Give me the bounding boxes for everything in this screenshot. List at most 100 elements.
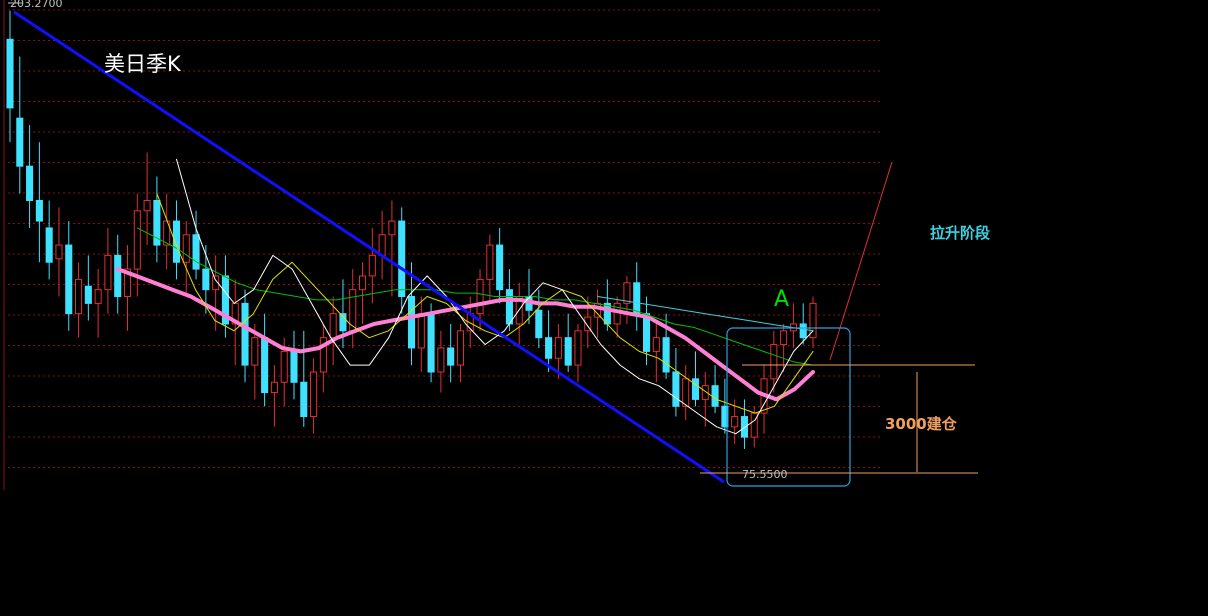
- candle: [270, 365, 278, 427]
- candle-body: [241, 302, 249, 366]
- candle-body: [633, 282, 641, 315]
- candle-body: [407, 296, 416, 349]
- candle-body: [290, 350, 298, 383]
- candle-body: [16, 117, 24, 167]
- candle: [574, 323, 582, 383]
- candle: [691, 351, 700, 407]
- candle-body: [45, 227, 53, 263]
- candle-body: [731, 416, 739, 428]
- candle-body: [114, 254, 122, 298]
- candle-body: [388, 220, 396, 236]
- candle-body: [427, 313, 435, 373]
- candle: [398, 207, 406, 314]
- candle-body: [740, 416, 748, 438]
- candle-body: [417, 313, 425, 349]
- candle: [84, 255, 92, 321]
- rise-stage-label: 拉升阶段: [930, 224, 990, 242]
- candle-body: [192, 234, 200, 270]
- candle-body: [104, 254, 112, 291]
- candle-body: [682, 378, 690, 407]
- candle: [496, 227, 504, 304]
- candle-body: [505, 289, 513, 325]
- candle-body: [280, 350, 288, 383]
- candle-body: [672, 371, 680, 407]
- candle: [349, 269, 357, 348]
- candle-body: [133, 210, 141, 270]
- ma-line: [136, 227, 814, 366]
- candle: [486, 234, 494, 304]
- candle-body: [799, 323, 807, 339]
- candle: [740, 399, 748, 449]
- candle-body: [770, 344, 778, 380]
- candle: [672, 347, 680, 417]
- candle-body: [496, 244, 504, 291]
- y-min-label: 75.5500: [742, 468, 788, 481]
- candle-body: [368, 254, 376, 277]
- candle: [368, 227, 376, 304]
- candle-body: [251, 337, 259, 366]
- candle: [123, 245, 132, 331]
- candle-body: [711, 385, 719, 407]
- candle: [45, 200, 53, 280]
- candle-body: [359, 275, 367, 291]
- candle: [261, 313, 269, 407]
- candle-body: [378, 234, 386, 256]
- candle-body: [6, 38, 14, 109]
- candle: [633, 262, 641, 331]
- chart-canvas: 203.2700 75.5500 美日季K A 拉升阶段 3000建仓: [3, 0, 990, 490]
- candle: [75, 262, 83, 338]
- candle-body: [84, 285, 92, 304]
- candle-body: [202, 268, 210, 291]
- rise-trend-line: [829, 161, 893, 361]
- candle: [711, 365, 719, 414]
- candle: [456, 323, 464, 383]
- candle: [26, 125, 34, 228]
- candle-body: [554, 337, 562, 359]
- candle: [182, 221, 190, 297]
- candle-body: [535, 309, 543, 339]
- candle: [241, 289, 249, 383]
- candle-body: [486, 244, 494, 280]
- candle: [16, 56, 24, 194]
- candle-body: [437, 347, 445, 373]
- candle: [290, 330, 298, 400]
- candle: [153, 176, 161, 263]
- candle-body: [310, 371, 318, 418]
- candle: [388, 200, 396, 297]
- candle-body: [143, 199, 151, 212]
- candle: [212, 255, 220, 331]
- candle: [6, 10, 14, 143]
- candle: [133, 193, 141, 297]
- candle: [447, 323, 455, 383]
- candle: [564, 313, 572, 372]
- candle-body: [545, 337, 553, 359]
- candle: [623, 275, 631, 324]
- candles: [6, 10, 817, 449]
- candle-body: [94, 289, 102, 304]
- candle: [55, 207, 63, 297]
- candle-body: [623, 282, 631, 304]
- candle-body: [261, 337, 269, 394]
- candle: [809, 296, 817, 348]
- candle-body: [26, 165, 34, 201]
- candle: [143, 152, 151, 246]
- candle-body: [447, 347, 455, 366]
- candle-body: [55, 244, 63, 260]
- candle-body: [652, 337, 660, 352]
- candlestick-chart: 203.2700 75.5500 美日季K A 拉升阶段 3000建仓: [0, 0, 1208, 612]
- candle-body: [300, 381, 308, 418]
- candle: [417, 296, 425, 372]
- downtrend-line: [13, 10, 725, 484]
- candle: [114, 234, 122, 314]
- candle: [682, 365, 690, 420]
- candle-body: [456, 330, 464, 366]
- candle: [163, 193, 171, 270]
- candle: [94, 269, 102, 338]
- candle-body: [329, 313, 337, 339]
- candle-body: [691, 378, 700, 400]
- candle-body: [398, 220, 406, 298]
- candle: [65, 221, 73, 331]
- a-label: A: [774, 287, 789, 312]
- candle: [437, 330, 445, 393]
- candle-body: [270, 381, 278, 394]
